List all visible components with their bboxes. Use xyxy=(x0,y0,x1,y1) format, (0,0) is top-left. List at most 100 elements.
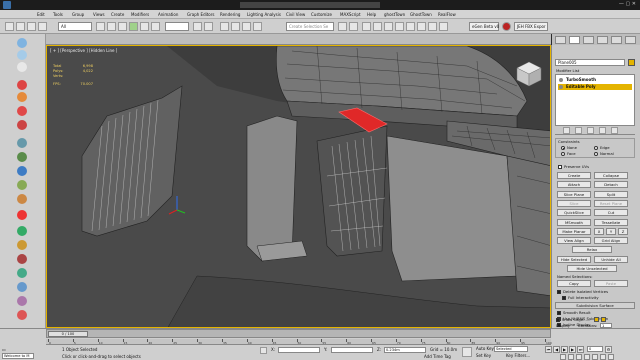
cage-color-2[interactable] xyxy=(601,317,606,322)
show-cage-checkbox[interactable] xyxy=(556,318,560,322)
select-manipulate-icon[interactable] xyxy=(204,22,213,31)
redo-icon[interactable] xyxy=(16,22,25,31)
selection-filter-dropdown[interactable]: All xyxy=(58,22,92,31)
set-key-mode-icon[interactable] xyxy=(462,347,472,357)
constraint-edge-radio[interactable] xyxy=(594,146,598,150)
remove-modifier-icon[interactable] xyxy=(599,127,606,134)
add-time-tag-button[interactable]: Add Time Tag xyxy=(424,354,451,359)
time-slider-thumb[interactable]: 0 / 100 xyxy=(48,331,88,337)
welcome-text[interactable]: Welcome to M xyxy=(2,353,34,359)
copy-button[interactable]: Copy xyxy=(557,280,591,287)
view-align-button[interactable]: View Align xyxy=(557,237,591,244)
orbit-icon[interactable] xyxy=(600,354,606,360)
object-color-swatch[interactable] xyxy=(628,59,635,66)
tool-icon-7[interactable] xyxy=(17,120,27,130)
tool-icon-8[interactable] xyxy=(17,138,27,148)
tool-icon-1[interactable] xyxy=(17,38,27,48)
y-coord-field[interactable] xyxy=(331,347,373,353)
reference-coord-dropdown[interactable] xyxy=(165,22,189,31)
menu-civil-view[interactable]: Civil View xyxy=(286,11,305,18)
unhide-all-button[interactable]: Unhide All xyxy=(594,256,628,263)
go-to-start-icon[interactable]: ⏮ xyxy=(545,346,552,353)
viewport-label[interactable]: [ + ] [Perspective ] [Hidden Line ] xyxy=(50,48,117,53)
go-to-end-icon[interactable]: ⏭ xyxy=(577,346,584,353)
pan-view-icon[interactable] xyxy=(592,354,598,360)
render-setup-icon[interactable] xyxy=(417,22,426,31)
cut-button[interactable]: Cut xyxy=(594,209,628,216)
record-icon[interactable] xyxy=(502,22,511,31)
rendered-frame-icon[interactable] xyxy=(428,22,437,31)
z-coord-field[interactable]: 0.234m xyxy=(384,347,426,353)
subdivision-surface-rollout[interactable]: Subdivision Surface xyxy=(555,302,635,309)
tessellate-button[interactable]: Tessellate xyxy=(594,219,628,226)
tool-icon-19[interactable] xyxy=(17,296,27,306)
set-key-button[interactable]: Set Key xyxy=(476,353,491,358)
preserve-uvs-checkbox[interactable] xyxy=(558,165,562,169)
tool-icon-18[interactable] xyxy=(17,282,27,292)
rect-selection-icon[interactable] xyxy=(118,22,127,31)
snaps-toggle-icon[interactable] xyxy=(220,22,229,31)
menu-graph-editors[interactable]: Graph Editors xyxy=(187,11,214,18)
make-planar-button[interactable]: Make Planar xyxy=(557,228,591,235)
menu-modifiers[interactable]: Modifiers xyxy=(131,11,149,18)
tool-icon-6[interactable] xyxy=(17,106,27,116)
lock-selection-icon[interactable] xyxy=(260,347,267,354)
tool-icon-17[interactable] xyxy=(17,268,27,278)
window-controls[interactable]: — ▢ ✕ xyxy=(619,1,636,7)
slice-button[interactable]: Slice xyxy=(557,200,591,207)
tool-icon-11[interactable] xyxy=(17,180,27,190)
menu-views[interactable]: Views xyxy=(93,11,105,18)
maximize-viewport-icon[interactable] xyxy=(608,354,614,360)
menu-edit[interactable]: Edit xyxy=(37,11,45,18)
egen-plugin-button[interactable]: eGen Beta v0 xyxy=(469,22,499,31)
perspective-viewport[interactable]: [ + ] [Perspective ] [Hidden Line ] Tota… xyxy=(46,45,551,328)
modify-tab-icon[interactable] xyxy=(569,36,580,44)
constraint-normal-radio[interactable] xyxy=(594,152,598,156)
menu-animation[interactable]: Animation xyxy=(158,11,178,18)
msmooth-button[interactable]: MSmooth xyxy=(557,219,591,226)
menu-help[interactable]: Help xyxy=(367,11,376,18)
create-button[interactable]: Create xyxy=(557,172,591,179)
stack-item-editable-poly[interactable]: Editable Poly xyxy=(558,84,632,90)
modifier-list-dropdown[interactable]: Modifier List xyxy=(556,68,579,73)
quickslice-button[interactable]: QuickSlice xyxy=(557,209,591,216)
align-icon[interactable] xyxy=(349,22,358,31)
mini-listener[interactable]: ▭ xyxy=(2,347,6,352)
play-icon[interactable]: ▶ xyxy=(561,346,568,353)
key-selection-dropdown[interactable]: Selected xyxy=(494,346,528,352)
menu-customize[interactable]: Customize xyxy=(311,11,332,18)
menu-lighting-analysis[interactable]: Lighting Analysis xyxy=(247,11,281,18)
planarize-z-button[interactable]: Z xyxy=(618,228,628,235)
create-tab-icon[interactable] xyxy=(555,36,566,44)
select-by-name-icon[interactable] xyxy=(107,22,116,31)
pin-stack-icon[interactable] xyxy=(563,127,570,134)
select-move-icon[interactable] xyxy=(129,22,138,31)
menu-tools[interactable]: Tools xyxy=(53,11,63,18)
zoom-all-icon[interactable] xyxy=(568,354,574,360)
planarize-y-button[interactable]: Y xyxy=(606,228,616,235)
tool-icon-15[interactable] xyxy=(17,240,27,250)
zoom-icon[interactable] xyxy=(560,354,566,360)
cage-color-1[interactable] xyxy=(594,317,599,322)
hierarchy-tab-icon[interactable] xyxy=(583,36,594,44)
tool-icon-3[interactable] xyxy=(17,62,27,72)
menu-create[interactable]: Create xyxy=(111,11,124,18)
planarize-x-button[interactable]: X xyxy=(594,228,604,235)
light-bulb-icon[interactable] xyxy=(559,85,563,89)
stack-item-turbosmooth[interactable]: TurboSmooth xyxy=(558,77,632,83)
menu-ghosttown-lower[interactable]: ghostTown xyxy=(384,11,405,18)
delete-isolated-checkbox[interactable] xyxy=(557,290,561,294)
fbx-export-button[interactable]: JEH FBX Expor xyxy=(514,22,548,31)
tool-icon-2[interactable] xyxy=(17,50,27,60)
split-button[interactable]: Split xyxy=(594,191,628,198)
tool-icon-4[interactable] xyxy=(17,80,27,90)
menu-group[interactable]: Group xyxy=(72,11,84,18)
tool-icon-16[interactable] xyxy=(17,254,27,264)
tool-icon-5[interactable] xyxy=(17,92,27,102)
render-production-icon[interactable] xyxy=(439,22,448,31)
select-rotate-icon[interactable] xyxy=(140,22,149,31)
tool-icon-20[interactable] xyxy=(17,310,27,320)
constraint-face-radio[interactable] xyxy=(561,152,565,156)
smooth-result-checkbox[interactable] xyxy=(557,311,561,315)
time-config-icon[interactable]: ⚙ xyxy=(605,346,612,353)
